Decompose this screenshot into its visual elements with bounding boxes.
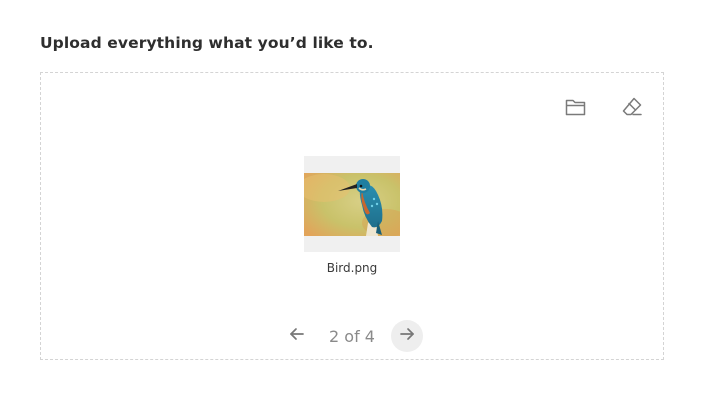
arrow-left-icon <box>288 325 306 348</box>
page-indicator: 2 of 4 <box>329 326 375 346</box>
file-item[interactable]: Bird.png <box>304 156 400 275</box>
previous-page-button[interactable] <box>281 320 313 352</box>
upload-heading: Upload everything what you’d like to. <box>40 34 374 52</box>
kingfisher-bird-thumbnail <box>304 173 400 236</box>
upload-card: Upload everything what you’d like to. Bi… <box>0 0 704 400</box>
open-folder-button[interactable] <box>564 95 588 119</box>
file-name: Bird.png <box>326 261 378 275</box>
upload-dropzone[interactable]: Bird.png 2 of 4 <box>40 72 664 360</box>
clear-button[interactable] <box>620 95 644 119</box>
pagination: 2 of 4 <box>41 320 663 352</box>
file-thumbnail <box>304 156 400 252</box>
folder-open-icon <box>564 95 588 119</box>
next-page-button[interactable] <box>390 320 423 352</box>
arrow-right-icon <box>398 325 416 348</box>
eraser-icon <box>620 95 644 119</box>
